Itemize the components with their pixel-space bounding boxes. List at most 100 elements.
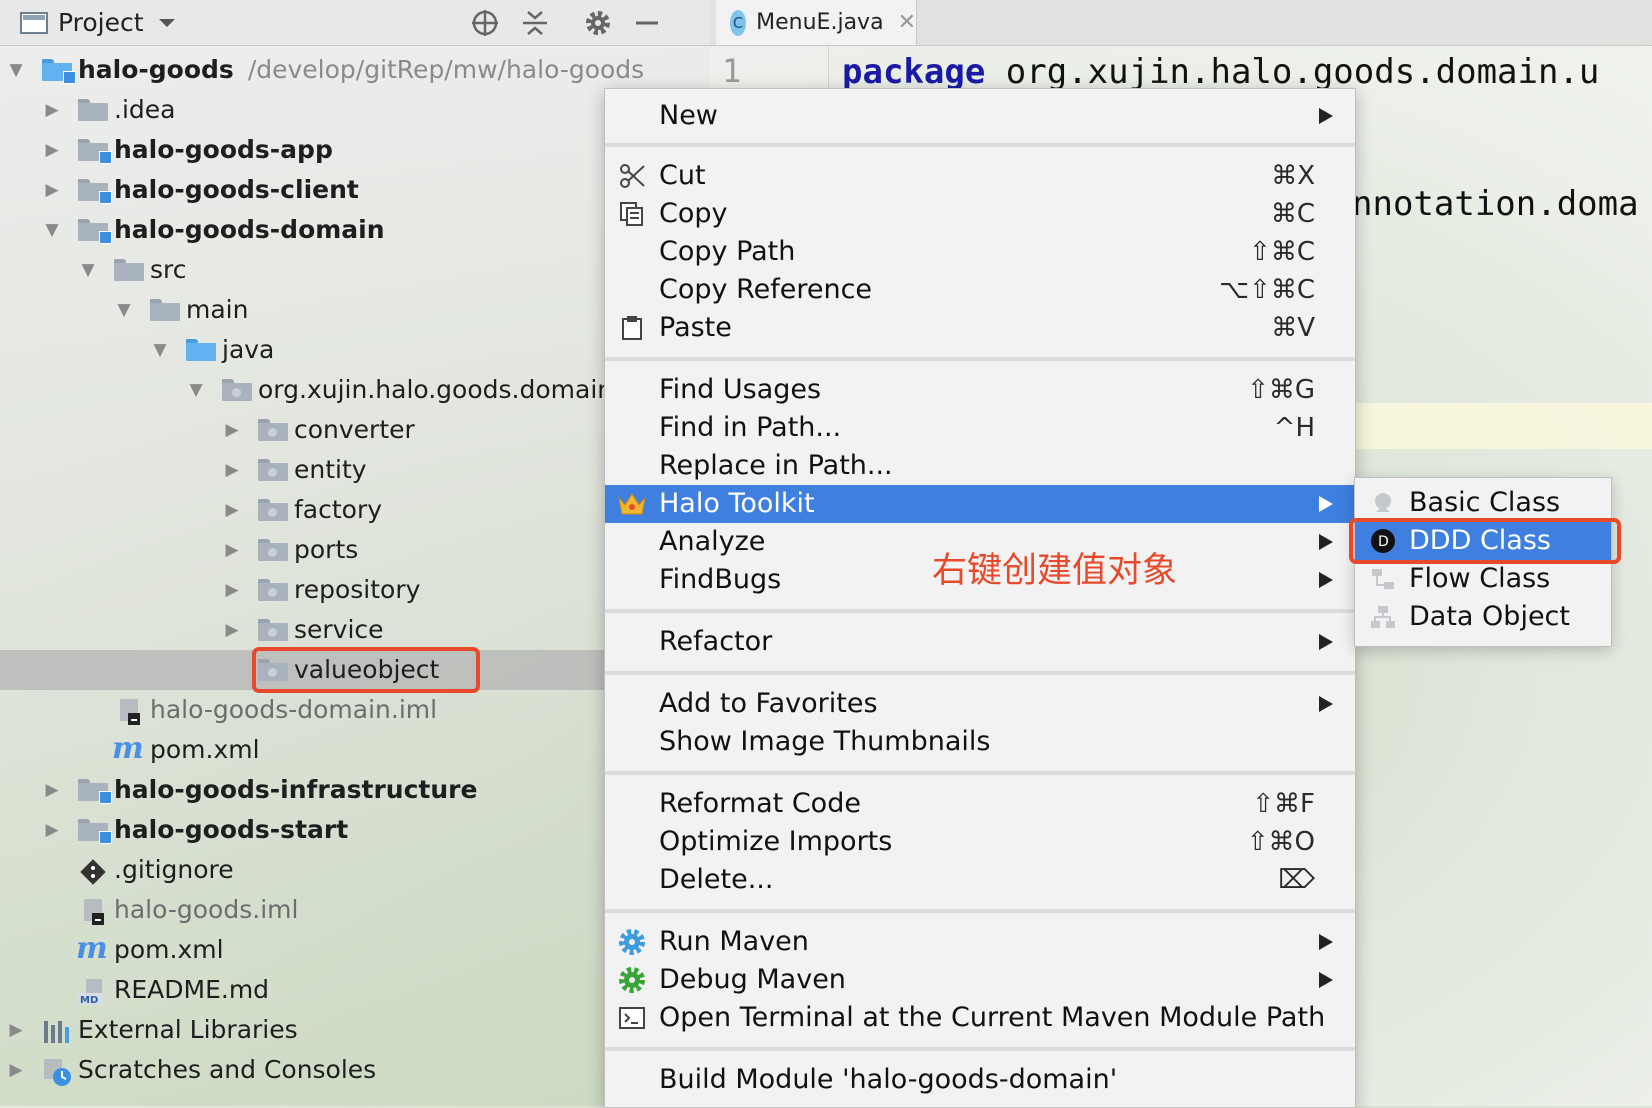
tree-label: service [294,615,384,644]
menu-item-cut[interactable]: Cut ⌘X [605,157,1355,195]
menu-item-debug-maven[interactable]: Debug Maven [605,961,1355,999]
git-icon [78,857,108,885]
tree-label: .gitignore [114,855,234,884]
tree-label: halo-goods-start [114,815,349,844]
menu-shortcut: ⌦ [1278,865,1315,895]
menu-item-new[interactable]: New [605,97,1355,135]
expand-arrow-icon[interactable]: ▶ [220,610,244,650]
package-icon [258,539,288,561]
editor-tab[interactable]: C MenuE.java ✕ [716,0,917,45]
menu-item-paste[interactable]: Paste ⌘V [605,309,1355,347]
basic-class-icon [1369,489,1397,517]
menu-item-label: Replace in Path... [659,450,893,481]
editor-tab-label: MenuE.java [756,10,884,35]
menu-shortcut: ⌘C [1270,199,1315,229]
code-text: org.xujin.halo.goods.domain.u [1005,52,1600,92]
tree-label: src [150,255,187,284]
menu-shortcut: ^H [1273,413,1315,443]
menu-item-label: Copy Reference [659,274,873,305]
menu-separator [605,357,1355,361]
valueobject-highlight-box [252,647,480,693]
menu-item-find-in-path[interactable]: Find in Path... ^H [605,409,1355,447]
gear-icon[interactable] [583,0,613,45]
submenu-item-basic-class[interactable]: Basic Class [1355,484,1611,522]
collapse-all-icon[interactable] [520,0,550,45]
expand-arrow-icon[interactable]: ▶ [220,530,244,570]
menu-item-label: Run Maven [659,926,809,957]
menu-item-reformat-code[interactable]: Reformat Code ⇧⌘F [605,785,1355,823]
minimize-icon[interactable] [634,0,660,45]
submenu-item-data-object[interactable]: Data Object [1355,598,1611,636]
menu-item-find-usages[interactable]: Find Usages ⇧⌘G [605,371,1355,409]
tree-path-hint: /develop/gitRep/mw/halo-goods [247,55,645,84]
expand-arrow-icon[interactable]: ▶ [4,1050,28,1090]
tree-label: halo-goods-domain.iml [150,695,438,724]
menu-item-build-module[interactable]: Build Module 'halo-goods-domain' [605,1061,1355,1099]
menu-item-show-image-thumbnails[interactable]: Show Image Thumbnails [605,723,1355,761]
expand-arrow-icon[interactable]: ▶ [40,130,64,170]
expand-arrow-icon[interactable]: ▼ [40,210,64,250]
menu-item-label: FindBugs [659,564,782,595]
menu-item-refactor[interactable]: Refactor [605,623,1355,661]
menu-item-run-maven[interactable]: Run Maven [605,923,1355,961]
menu-item-optimize-imports[interactable]: Optimize Imports ⇧⌘O [605,823,1355,861]
module-folder-icon [78,219,112,244]
submenu-arrow-icon [1319,572,1333,588]
expand-arrow-icon[interactable]: ▼ [148,330,172,370]
menu-item-add-to-favorites[interactable]: Add to Favorites [605,685,1355,723]
menu-item-delete[interactable]: Delete... ⌦ [605,861,1355,899]
menu-item-label: Delete... [659,864,774,895]
project-toolbar: Project [0,0,710,46]
expand-arrow-icon[interactable]: ▶ [40,90,64,130]
expand-arrow-icon[interactable]: ▼ [76,250,100,290]
menu-item-open-terminal[interactable]: Open Terminal at the Current Maven Modul… [605,999,1355,1037]
chevron-down-icon [158,18,175,27]
submenu-item-label: Data Object [1409,601,1570,632]
tree-label: factory [294,495,383,524]
expand-arrow-icon[interactable]: ▼ [184,370,208,410]
tree-label: halo-goods.iml [114,895,299,924]
module-folder-icon [78,139,112,164]
submenu-arrow-icon [1319,496,1333,512]
project-view-selector[interactable]: Project [58,0,176,45]
expand-arrow-icon[interactable]: ▶ [40,170,64,210]
menu-shortcut: ⇧⌘C [1249,237,1315,267]
menu-item-label: Show Image Thumbnails [659,726,991,757]
expand-arrow-icon[interactable]: ▶ [220,450,244,490]
menu-item-halo-toolkit[interactable]: Halo Toolkit [605,485,1355,523]
code-line[interactable]: nnotation.doma [1352,184,1639,224]
submenu-arrow-icon [1319,972,1333,988]
package-icon [258,419,288,441]
menu-item-label: Paste [659,312,732,343]
menu-separator [605,143,1355,147]
package-icon [258,619,288,641]
expand-arrow-icon[interactable]: ▼ [112,290,136,330]
expand-arrow-icon[interactable]: ▶ [220,410,244,450]
maven-debug-gear-icon [617,965,647,995]
project-view-icon [20,0,48,45]
expand-arrow-icon[interactable]: ▶ [40,810,64,850]
close-icon[interactable]: ✕ [898,10,916,35]
expand-arrow-icon[interactable]: ▶ [220,490,244,530]
tree-item-halo-goods[interactable]: ▼ halo-goods/develop/gitRep/mw/halo-good… [0,50,710,90]
menu-item-replace-in-path[interactable]: Replace in Path... [605,447,1355,485]
tree-label: pom.xml [150,735,260,764]
submenu-item-flow-class[interactable]: Flow Class [1355,560,1611,598]
expand-arrow-icon[interactable]: ▶ [40,770,64,810]
menu-shortcut: ⌥⇧⌘C [1219,275,1315,305]
expand-arrow-icon[interactable]: ▶ [220,570,244,610]
expand-arrow-icon[interactable]: ▶ [4,1010,28,1050]
folder-icon [78,99,108,121]
menu-item-copy[interactable]: Copy ⌘C [605,195,1355,233]
expand-arrow-icon[interactable]: ▼ [4,50,28,90]
java-class-icon: C [730,9,747,36]
menu-item-label: Build Module 'halo-goods-domain' [659,1064,1118,1095]
menu-item-label: New [659,100,718,131]
locate-icon[interactable] [470,0,500,45]
crown-icon [617,489,647,519]
code-line[interactable]: package org.xujin.halo.goods.domain.u [842,52,1599,92]
module-folder-icon [78,179,112,204]
project-title: Project [58,8,144,37]
menu-item-copy-path[interactable]: Copy Path ⇧⌘C [605,233,1355,271]
menu-item-copy-reference[interactable]: Copy Reference ⌥⇧⌘C [605,271,1355,309]
